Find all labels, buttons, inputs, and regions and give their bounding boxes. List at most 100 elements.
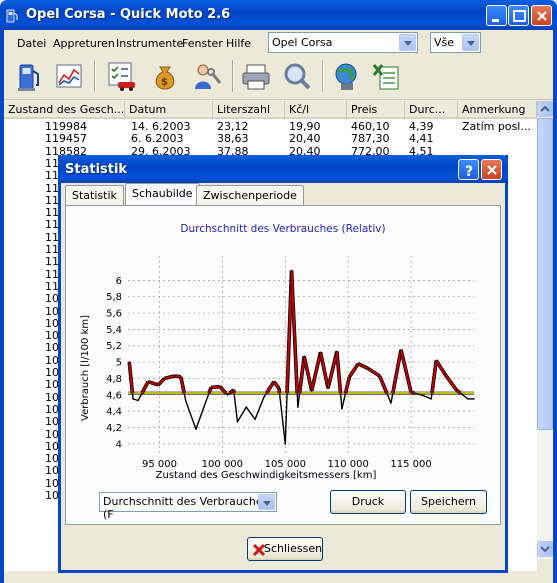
y-tick-label: 4,6: [106, 390, 122, 401]
scroll-up-button[interactable]: [537, 101, 553, 117]
chart-panel: Durchschnitt des Verbrauches (Relativ) 4 4…: [65, 205, 501, 525]
maximize-button[interactable]: [508, 5, 529, 26]
series-segment-above: [435, 359, 446, 375]
series-segment-below: [284, 393, 288, 444]
minimize-button[interactable]: [486, 5, 507, 26]
table-cell: Zatím posl...: [462, 121, 531, 133]
col-header-liters[interactable]: Literszahl: [213, 101, 285, 119]
series-segment-below: [245, 406, 256, 420]
data-point: [219, 385, 221, 388]
data-point: [290, 269, 293, 272]
close-icon: [487, 165, 497, 175]
col-header-price-per-liter[interactable]: Kč/l: [285, 101, 347, 119]
series-segment-below: [254, 396, 265, 420]
table-row[interactable]: 119457 6. 6.2003 38,63 20,40 787,30 4,41: [4, 133, 537, 145]
close-dialog-button[interactable]: Schliessen: [247, 537, 323, 561]
save-button[interactable]: Speichern: [410, 490, 487, 514]
series-segment-below: [236, 406, 247, 423]
menu-appreturen[interactable]: Appreturen: [53, 37, 115, 50]
data-point: [245, 406, 248, 408]
menu-hilfe[interactable]: Hilfe: [226, 37, 251, 50]
chart-title: Durchschnitt des Verbrauches (Relativ): [180, 223, 385, 235]
y-tick-label: 4,4: [106, 407, 122, 418]
dialog-close-button[interactable]: [481, 159, 502, 180]
filter-select[interactable]: Vše: [430, 32, 481, 53]
col-header-average[interactable]: Durc...: [405, 101, 458, 119]
series-segment-above: [348, 363, 360, 378]
series-segment-above: [319, 352, 330, 389]
print-button[interactable]: Druck: [330, 490, 406, 514]
chevron-down-icon[interactable]: [258, 494, 275, 510]
data-point: [327, 387, 329, 390]
tab-statistik[interactable]: Statistik: [65, 185, 124, 205]
data-point: [180, 376, 182, 378]
chart-type-select-value: Durchschnitt des Verbrauches (F: [103, 495, 269, 521]
y-tick-label: 5,6: [106, 309, 122, 320]
series-segment-above: [210, 385, 220, 389]
svg-text:$: $: [161, 77, 168, 88]
data-point: [137, 399, 139, 402]
data-point: [410, 391, 412, 394]
x-tick-label: 95 000: [142, 459, 177, 470]
close-button[interactable]: [531, 5, 552, 26]
menu-datei[interactable]: Datei: [17, 37, 46, 50]
data-point: [297, 406, 299, 408]
table-row[interactable]: 119984 14. 6.2003 23,12 19,90 460,10 4,39 Zatí…: [4, 121, 537, 133]
table-cell: 460,10: [351, 121, 390, 133]
scroll-down-button[interactable]: [537, 541, 553, 557]
table-cell: 38,63: [217, 133, 249, 146]
y-tick-label: 5: [116, 358, 122, 369]
menu-instrumente[interactable]: Instrumente: [116, 37, 183, 50]
data-point: [455, 389, 458, 391]
series-segment-above: [265, 381, 275, 394]
col-header-price[interactable]: Preis: [347, 101, 405, 119]
tab-zwischenperiode[interactable]: Zwischenperiode: [196, 185, 304, 205]
vehicle-select[interactable]: Opel Corsa: [268, 32, 418, 53]
data-point: [341, 407, 343, 410]
table-cell: 787,30: [351, 133, 390, 146]
table-cell: 19,90: [289, 121, 321, 133]
chevron-down-icon: [540, 546, 550, 553]
data-point: [210, 386, 212, 389]
col-header-odometer[interactable]: Zustand des Gesch...: [4, 101, 125, 119]
fuel-pump-icon[interactable]: [12, 59, 46, 93]
magnifier-icon[interactable]: [280, 59, 314, 93]
scroll-thumb[interactable]: [537, 118, 553, 430]
x-tick-label: 105 000: [265, 459, 306, 470]
table-scrollbar[interactable]: [537, 101, 553, 559]
svg-text:?: ?: [465, 164, 473, 180]
tab-schaubilde[interactable]: Schaubilde: [125, 183, 200, 205]
export-excel-icon[interactable]: [370, 59, 404, 93]
data-point: [319, 351, 322, 354]
y-tick-label: 4: [116, 439, 122, 450]
col-header-note[interactable]: Anmerkung: [458, 101, 537, 119]
menu-fenster[interactable]: Fenster: [182, 37, 223, 50]
checklist-car-icon[interactable]: [104, 59, 138, 93]
statistics-chart-icon[interactable]: [52, 59, 86, 93]
statistics-dialog: Statistik ? Statistik Schaubilde Zwische…: [58, 155, 508, 573]
toolbar-separator: [232, 60, 234, 92]
data-point: [226, 393, 229, 396]
data-point: [336, 350, 338, 353]
data-point: [254, 418, 256, 421]
app-fuel-icon: [6, 9, 18, 23]
chevron-down-icon[interactable]: [462, 34, 479, 51]
close-x-icon: [252, 543, 266, 557]
series-segment-below: [339, 393, 343, 409]
data-point: [435, 359, 438, 362]
chevron-down-icon[interactable]: [399, 34, 416, 51]
x-axis-label: Zustand des Geschwindigkeitsmessers [km]: [156, 470, 377, 481]
table-cell: 6. 6.2003: [131, 133, 184, 146]
col-header-date[interactable]: Datum: [125, 101, 213, 119]
help-button[interactable]: ?: [458, 159, 479, 180]
mechanic-icon[interactable]: [190, 59, 224, 93]
data-point: [466, 398, 469, 400]
data-point: [284, 443, 287, 445]
money-bag-icon[interactable]: $: [148, 59, 182, 93]
table-cell: 20,40: [289, 133, 321, 146]
series-segment-above: [391, 349, 403, 394]
print-icon[interactable]: [240, 59, 274, 93]
globe-refresh-icon[interactable]: [330, 59, 364, 93]
series-segment-above: [290, 270, 299, 394]
chart-type-select[interactable]: Durchschnitt des Verbrauches (F: [99, 492, 277, 521]
